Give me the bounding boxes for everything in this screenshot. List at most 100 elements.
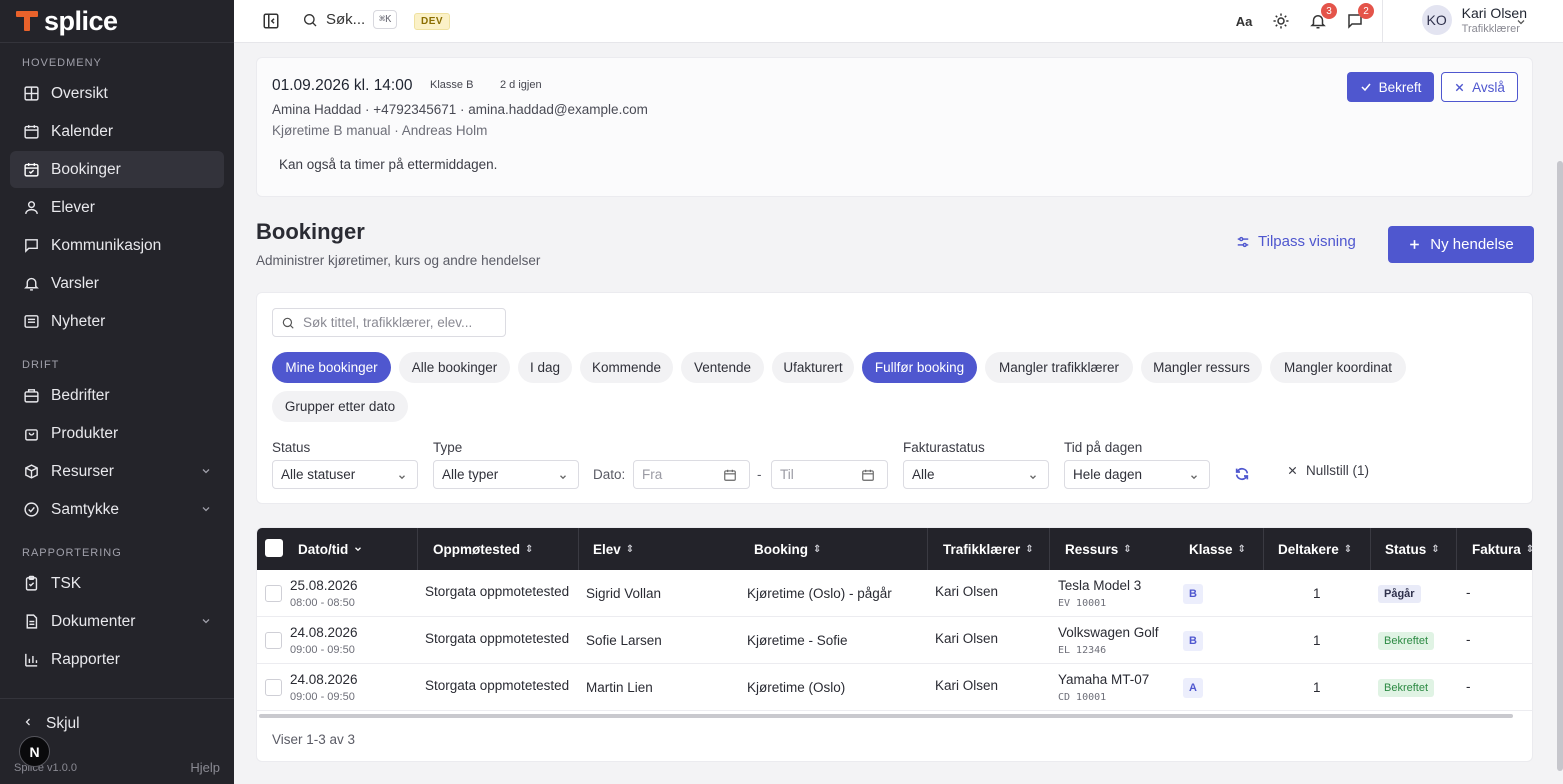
row-checkbox[interactable]: [265, 679, 282, 696]
row-checkbox[interactable]: [265, 585, 282, 602]
column-header-status[interactable]: Status ⇕: [1385, 528, 1440, 570]
sidebar-item-produkter[interactable]: Produkter: [10, 415, 224, 452]
user-menu[interactable]: KO Kari Olsen Trafikklærer: [1421, 5, 1527, 35]
request-note: Kan også ta timer på ettermiddagen.: [279, 157, 498, 172]
confirm-button[interactable]: Bekreft: [1347, 72, 1434, 102]
sidebar-item-label: Elever: [51, 198, 95, 216]
panel-toggle-icon[interactable]: [262, 12, 280, 33]
table-row[interactable]: 24.08.2026 09:00 - 09:50 Storgata oppmot…: [257, 664, 1532, 711]
nav-section-main: HOVEDMENY: [22, 57, 102, 69]
type-select[interactable]: Alle typer: [433, 460, 579, 489]
chip-mangler-ressurs[interactable]: Mangler ressurs: [1141, 352, 1262, 383]
new-event-button[interactable]: Ny hendelse: [1388, 226, 1534, 263]
sidebar-item-kalender[interactable]: Kalender: [10, 113, 224, 150]
messages-icon[interactable]: 2: [1345, 3, 1374, 31]
sidebar-item-tsk[interactable]: TSK: [10, 565, 224, 602]
page-scrollbar[interactable]: [1557, 161, 1563, 771]
time-select-value: Hele dagen: [1073, 467, 1143, 482]
column-header-datetime[interactable]: Dato/tid: [298, 528, 363, 570]
booking-search-input[interactable]: Søk tittel, trafikklærer, elev...: [272, 308, 506, 337]
row-time: 08:00 - 08:50: [290, 597, 355, 609]
sidebar-item-oversikt[interactable]: Oversikt: [10, 75, 224, 112]
customize-view-button[interactable]: Tilpass visning: [1236, 233, 1356, 250]
theme-sun-icon[interactable]: [1271, 11, 1291, 31]
sidebar-item-dokumenter[interactable]: Dokumenter: [10, 603, 224, 640]
column-label: Trafikklærer: [943, 541, 1021, 557]
table-row[interactable]: 25.08.2026 08:00 - 08:50 Storgata oppmot…: [257, 570, 1532, 617]
chip-kommende[interactable]: Kommende: [580, 352, 673, 383]
row-student[interactable]: Martin Lien: [586, 680, 653, 695]
row-student[interactable]: Sigrid Vollan: [586, 586, 661, 601]
column-header-participants[interactable]: Deltakere ⇕: [1278, 528, 1352, 570]
chevron-down-icon: [1189, 470, 1199, 485]
chip-alle-bookinger[interactable]: Alle bookinger: [399, 352, 510, 383]
notifications-bell-icon[interactable]: 3: [1308, 3, 1337, 31]
env-badge: DEV: [414, 13, 451, 30]
chevron-down-icon: [200, 502, 212, 520]
column-header-resource[interactable]: Ressurs ⇕: [1065, 528, 1132, 570]
sidebar: splice HOVEDMENY Oversikt Kalender Booki…: [0, 0, 234, 784]
sidebar-item-elever[interactable]: Elever: [10, 189, 224, 226]
chevron-down-icon[interactable]: [1515, 15, 1527, 31]
sidebar-item-rapporter[interactable]: Rapporter: [10, 641, 224, 678]
calendar-icon: [723, 468, 737, 485]
row-participants: 1: [1313, 586, 1321, 601]
help-link[interactable]: Hjelp: [190, 760, 220, 775]
sidebar-item-resurser[interactable]: Resurser: [10, 453, 224, 490]
sidebar-item-samtykke[interactable]: Samtykke: [10, 491, 224, 528]
chip-i-dag[interactable]: I dag: [518, 352, 572, 383]
type-select-value: Alle typer: [442, 467, 499, 482]
pagination-summary: Viser 1-3 av 3: [272, 732, 356, 747]
chip-ventende[interactable]: Ventende: [681, 352, 764, 383]
n-badge-button[interactable]: N: [19, 736, 50, 767]
global-search-button[interactable]: Søk... ⌘K: [302, 10, 398, 29]
table-horizontal-scrollbar[interactable]: [259, 714, 1513, 718]
chip-mangler-koordinat[interactable]: Mangler koordinat: [1270, 352, 1406, 383]
table-row[interactable]: 24.08.2026 09:00 - 09:50 Storgata oppmot…: [257, 617, 1532, 664]
column-divider: [1049, 528, 1050, 570]
chip-grupper-etter-dato[interactable]: Grupper etter dato: [272, 391, 408, 422]
refresh-icon[interactable]: [1234, 466, 1250, 485]
chip-fullfor-booking[interactable]: Fullfør booking: [862, 352, 977, 383]
logo[interactable]: splice: [0, 0, 234, 43]
row-booking[interactable]: Kjøretime (Oslo): [747, 680, 845, 695]
class-badge: B: [1183, 631, 1203, 651]
row-booking[interactable]: Kjøretime (Oslo) - pågår: [747, 586, 892, 601]
sidebar-item-bookinger[interactable]: Bookinger: [10, 151, 224, 188]
sidebar-item-bedrifter[interactable]: Bedrifter: [10, 377, 224, 414]
row-invoice: -: [1466, 585, 1471, 600]
column-label: Oppmøtested: [433, 541, 521, 557]
decline-button[interactable]: Avslå: [1441, 72, 1518, 102]
column-header-invoice[interactable]: Faktura ⇕: [1472, 528, 1532, 570]
date-from-input[interactable]: Fra: [633, 460, 750, 489]
row-booking[interactable]: Kjøretime - Sofie: [747, 633, 848, 648]
chip-mangler-trafikklaerer[interactable]: Mangler trafikklærer: [985, 352, 1133, 383]
row-location: Storgata oppmotetested: [425, 678, 570, 693]
chip-mine-bookinger[interactable]: Mine bookinger: [272, 352, 391, 383]
column-divider: [927, 528, 928, 570]
date-to-input[interactable]: Til: [771, 460, 888, 489]
check-icon: [1360, 81, 1372, 93]
nav-section-reporting: RAPPORTERING: [22, 547, 122, 559]
row-time: 09:00 - 09:50: [290, 644, 355, 656]
column-header-booking[interactable]: Booking ⇕: [754, 528, 821, 570]
column-header-student[interactable]: Elev ⇕: [593, 528, 634, 570]
sidebar-item-varsler[interactable]: Varsler: [10, 265, 224, 302]
row-date: 24.08.2026: [290, 672, 358, 687]
sidebar-item-nyheter[interactable]: Nyheter: [10, 303, 224, 340]
time-select[interactable]: Hele dagen: [1064, 460, 1210, 489]
column-header-location[interactable]: Oppmøtested ⇕: [433, 528, 533, 570]
status-badge: Bekreftet: [1378, 679, 1435, 697]
column-header-teacher[interactable]: Trafikklærer ⇕: [943, 528, 1034, 570]
row-student[interactable]: Sofie Larsen: [586, 633, 662, 648]
row-location: Storgata oppmotetested: [425, 584, 570, 599]
column-header-class[interactable]: Klasse ⇕: [1189, 528, 1246, 570]
row-checkbox[interactable]: [265, 632, 282, 649]
chip-ufakturert[interactable]: Ufakturert: [772, 352, 854, 383]
select-all-checkbox[interactable]: [265, 539, 283, 557]
sidebar-item-kommunikasjon[interactable]: Kommunikasjon: [10, 227, 224, 264]
invoice-select[interactable]: Alle: [903, 460, 1049, 489]
reset-filters-button[interactable]: Nullstill (1): [1287, 463, 1369, 478]
font-size-icon[interactable]: Aa: [1234, 11, 1254, 31]
status-select[interactable]: Alle statuser: [272, 460, 418, 489]
